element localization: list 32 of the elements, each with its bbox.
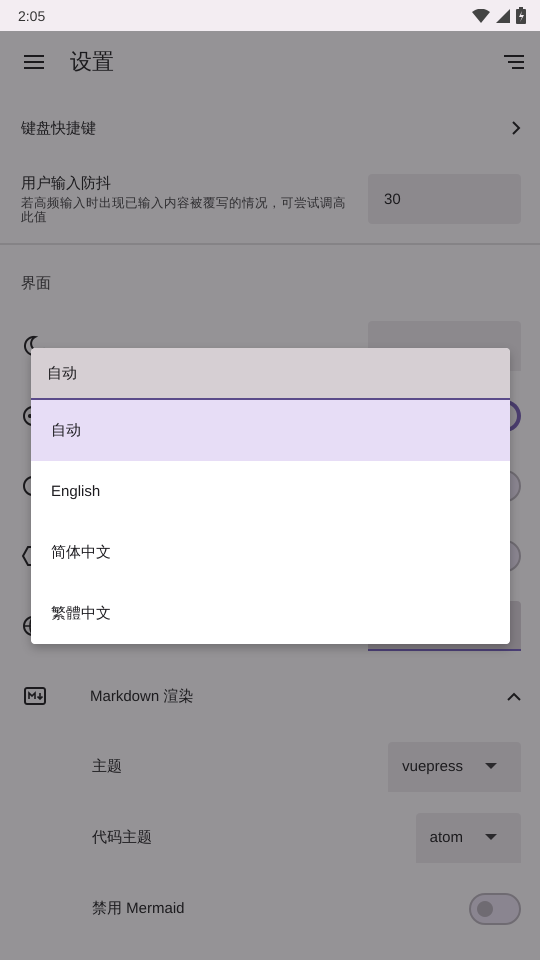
sort-icon[interactable] xyxy=(504,55,524,69)
signal-icon xyxy=(496,8,510,22)
chevron-right-icon[interactable] xyxy=(511,120,521,136)
setting-label: 键盘快捷键 xyxy=(21,118,97,138)
menu-option[interactable]: 简体中文 xyxy=(31,522,510,583)
battery-icon xyxy=(516,7,526,24)
dropdown-field[interactable]: 自动 xyxy=(31,348,510,400)
menu-option[interactable]: 繁體中文 xyxy=(31,583,510,644)
app-title: 设置 xyxy=(70,48,115,76)
setting-label: 主题 xyxy=(92,757,123,776)
setting-description: 若高频输入时出现已输入内容被覆写的情况，可尝试调高此值 xyxy=(21,196,347,224)
wifi-icon xyxy=(472,8,490,22)
section-title: 界面 xyxy=(21,274,51,292)
setting-label: 禁用 Mermaid xyxy=(92,899,186,918)
dropdown-field[interactable]: vuepress xyxy=(388,742,521,792)
chevron-up-icon[interactable] xyxy=(507,692,521,700)
setting-label: 代码主题 xyxy=(92,828,153,847)
menu-option[interactable]: 自动 xyxy=(31,400,510,461)
menu-icon[interactable] xyxy=(24,55,44,69)
target-icon xyxy=(21,404,31,428)
section-header[interactable]: Markdown 渲染 xyxy=(90,686,507,706)
toggle-switch[interactable] xyxy=(469,892,521,924)
status-time: 2:05 xyxy=(18,8,46,24)
dropdown-arrow-icon xyxy=(485,834,497,841)
markdown-icon xyxy=(24,687,46,705)
number-input-field[interactable]: 30 xyxy=(368,174,521,224)
setting-label: 用户输入防抖 xyxy=(21,174,112,193)
dropdown-arrow-icon xyxy=(485,763,497,770)
globe-icon xyxy=(21,614,31,638)
hexagon-icon xyxy=(21,544,31,568)
dropdown-field[interactable]: atom xyxy=(416,812,521,862)
menu-option[interactable]: English xyxy=(31,461,510,522)
